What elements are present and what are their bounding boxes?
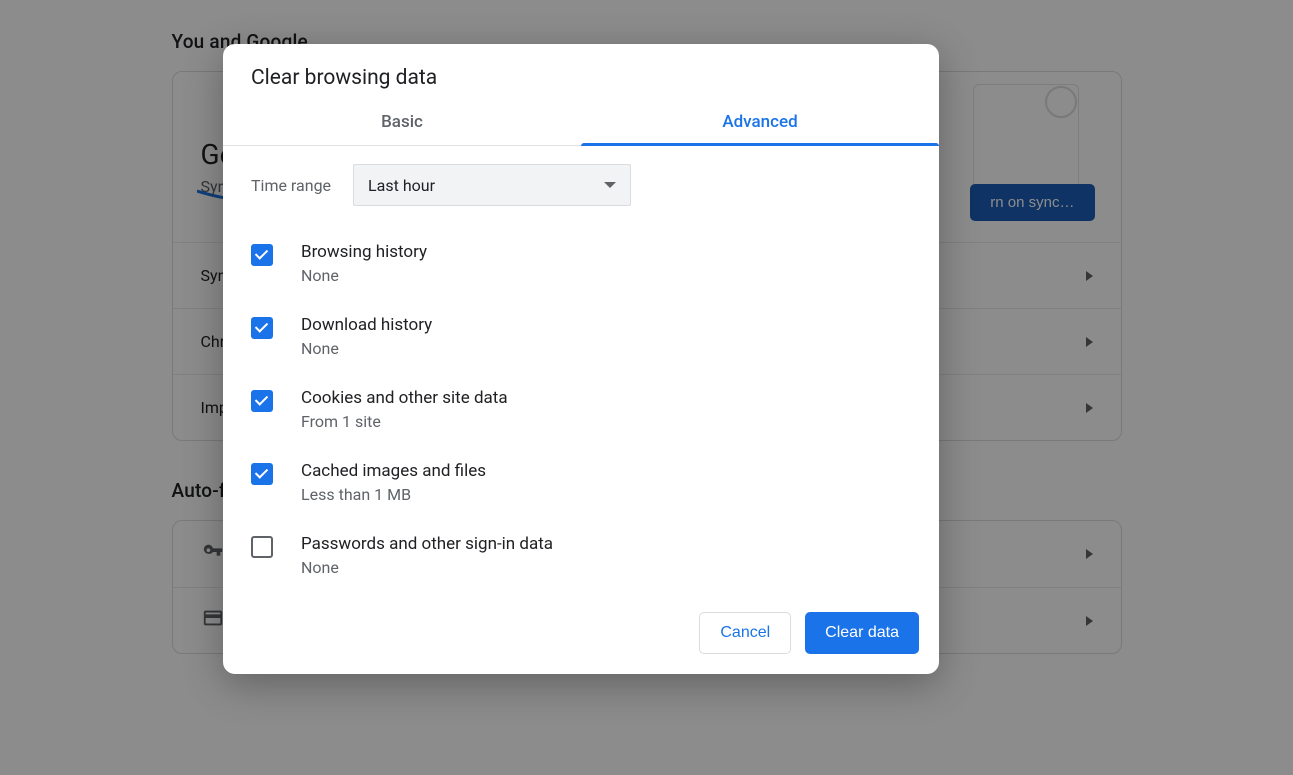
time-range-label: Time range [251, 176, 331, 195]
item-subtitle: Less than 1 MB [301, 485, 486, 504]
checkbox-cookies[interactable] [251, 390, 273, 412]
dialog-body: Time range Last hour Browsing history No… [223, 146, 939, 596]
tab-advanced[interactable]: Advanced [581, 98, 939, 145]
time-range-value: Last hour [368, 176, 435, 195]
item-subtitle: None [301, 558, 553, 577]
item-title: Passwords and other sign-in data [301, 534, 553, 554]
clear-browsing-data-dialog: Clear browsing data Basic Advanced Time … [223, 44, 939, 674]
tab-basic[interactable]: Basic [223, 98, 581, 145]
checkbox-row-cache: Cached images and files Less than 1 MB [251, 451, 911, 524]
time-range-row: Time range Last hour [251, 164, 911, 206]
checkbox-cache[interactable] [251, 463, 273, 485]
item-subtitle: From 1 site [301, 412, 508, 431]
item-title: Browsing history [301, 242, 427, 262]
caret-down-icon [604, 182, 616, 188]
item-title: Cached images and files [301, 461, 486, 481]
cancel-button[interactable]: Cancel [699, 612, 791, 654]
item-subtitle: None [301, 266, 427, 285]
checkbox-passwords[interactable] [251, 536, 273, 558]
checkbox-row-browsing-history: Browsing history None [251, 232, 911, 305]
checkbox-row-passwords: Passwords and other sign-in data None [251, 524, 911, 596]
clear-data-button[interactable]: Clear data [805, 612, 919, 654]
dialog-scroll-area[interactable]: Time range Last hour Browsing history No… [223, 146, 939, 596]
item-title: Download history [301, 315, 432, 335]
item-subtitle: None [301, 339, 432, 358]
checkbox-download-history[interactable] [251, 317, 273, 339]
checkbox-row-download-history: Download history None [251, 305, 911, 378]
dialog-footer: Cancel Clear data [223, 596, 939, 674]
dialog-tabs: Basic Advanced [223, 98, 939, 146]
time-range-select[interactable]: Last hour [353, 164, 631, 206]
dialog-title: Clear browsing data [223, 44, 939, 98]
checkbox-row-cookies: Cookies and other site data From 1 site [251, 378, 911, 451]
item-title: Cookies and other site data [301, 388, 508, 408]
checkbox-browsing-history[interactable] [251, 244, 273, 266]
